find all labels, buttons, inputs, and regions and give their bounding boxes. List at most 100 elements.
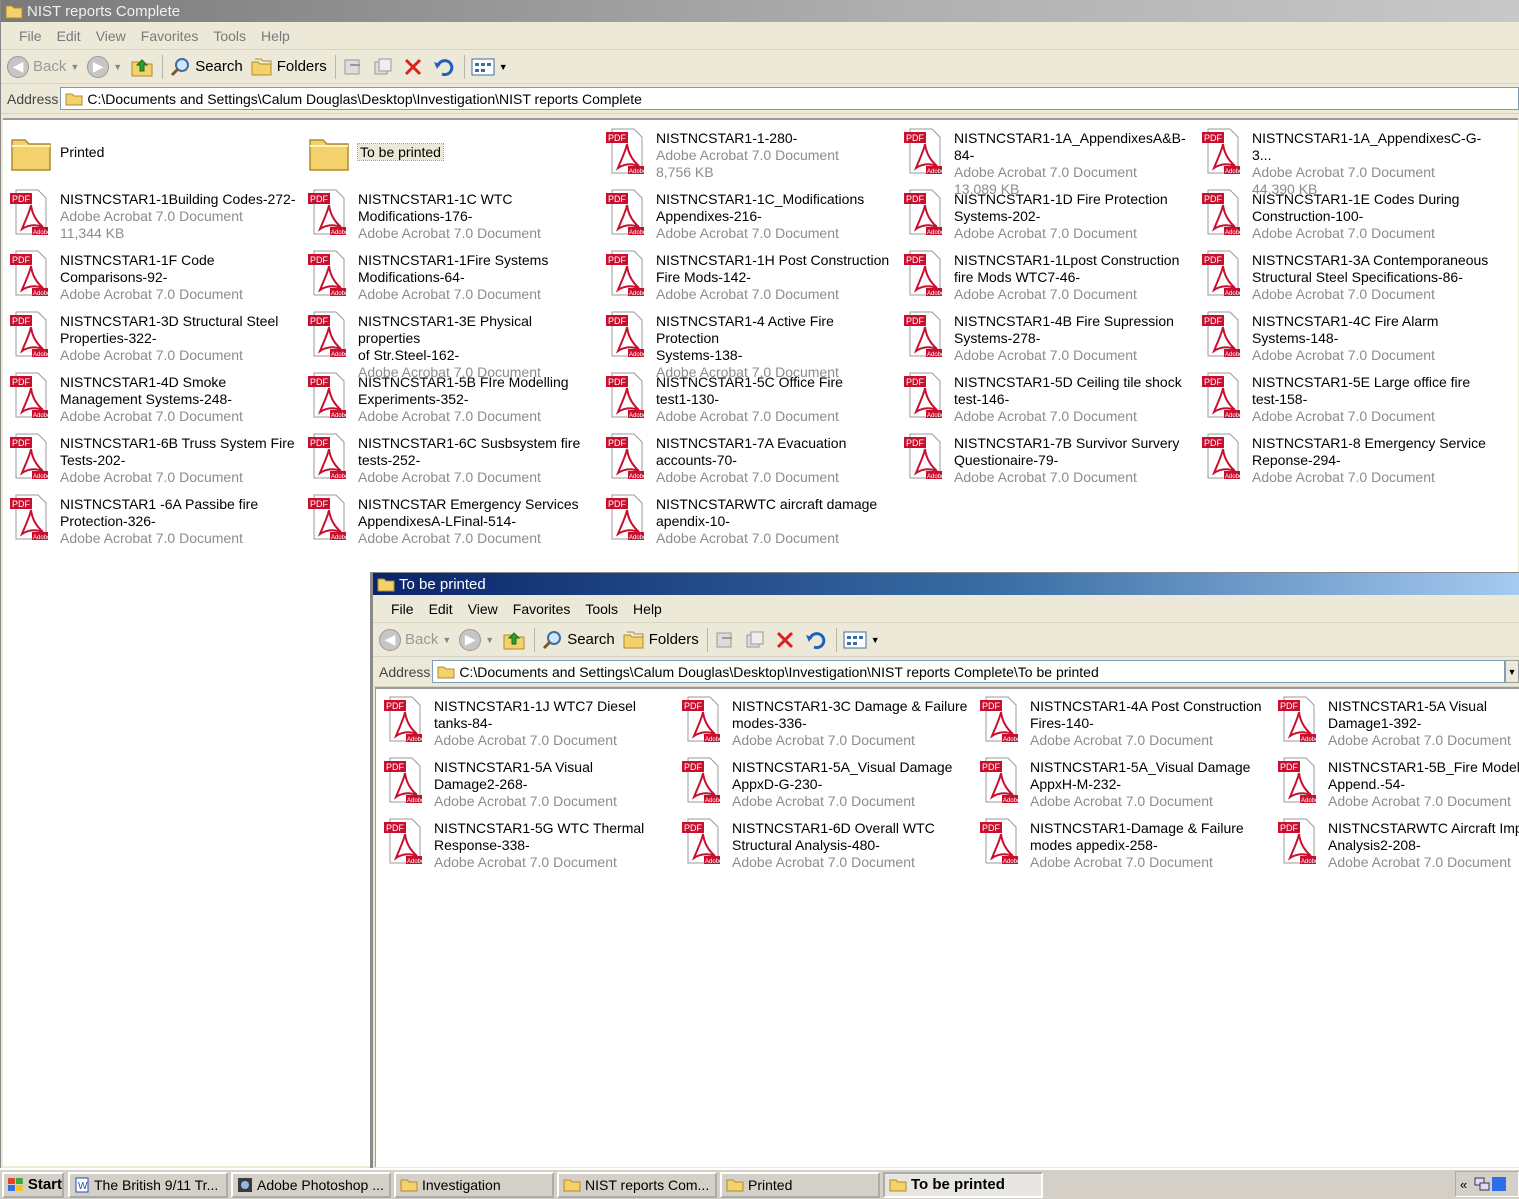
menu-view[interactable]: View — [96, 28, 126, 44]
move-to-button[interactable] — [342, 57, 364, 77]
pdf-file-item[interactable]: PDF Adobe NISTNCSTAR Emergency Services App… — [306, 492, 596, 548]
pdf-file-item[interactable]: PDF Adobe NISTNCSTAR1-3E Physical properti… — [306, 309, 596, 380]
title-bar[interactable]: NIST reports Complete — [1, 0, 1519, 22]
move-to-button[interactable] — [714, 630, 736, 650]
views-button[interactable]: ▼ — [471, 57, 508, 77]
views-button[interactable]: ▼ — [843, 630, 880, 650]
pdf-file-item[interactable]: PDF Adobe NISTNCSTAR1-1Building Codes-272-… — [8, 187, 298, 243]
folders-button[interactable]: Folders — [251, 57, 327, 77]
file-type: Adobe Acrobat 7.0 Document — [656, 469, 839, 485]
pdf-file-item[interactable]: PDF Adobe NISTNCSTAR1-1C WTC Modifications-… — [306, 187, 596, 243]
up-folder-button[interactable] — [502, 629, 526, 651]
address-field[interactable]: C:\Documents and Settings\Calum Douglas\… — [432, 660, 1505, 683]
pdf-file-item[interactable]: PDF Adobe NISTNCSTAR1-3D Structural Steel P… — [8, 309, 298, 365]
pdf-file-item[interactable]: PDF Adobe NISTNCSTAR1-5B_Fire ModellingApp… — [1276, 755, 1519, 811]
menu-file[interactable]: File — [391, 601, 414, 617]
undo-button[interactable] — [432, 56, 456, 78]
pdf-file-item[interactable]: PDF Adobe NISTNCSTAR1-7A Evacuation account… — [604, 431, 894, 487]
menu-edit[interactable]: Edit — [57, 28, 81, 44]
search-button[interactable]: Search — [169, 56, 243, 78]
folders-button[interactable]: Folders — [623, 630, 699, 650]
pdf-file-item[interactable]: PDF Adobe NISTNCSTAR1-5A Visual Damage1-392… — [1276, 694, 1519, 750]
pdf-file-item[interactable]: PDF Adobe NISTNCSTAR1-5E Large office fire… — [1200, 370, 1490, 426]
back-button[interactable]: ◀ Back ▼ — [379, 628, 451, 651]
taskbar-button-british-911[interactable]: W The British 9/11 Tr... — [68, 1171, 228, 1198]
window-title: To be printed — [399, 575, 486, 593]
pdf-file-item[interactable]: PDF Adobe NISTNCSTAR1-6C Susbsystem fire te… — [306, 431, 596, 487]
pdf-file-item[interactable]: PDF Adobe NISTNCSTARWTC aircraft damage ape… — [604, 492, 894, 548]
pdf-file-item[interactable]: PDF Adobe NISTNCSTAR1 -6A Passibe fire Prot… — [8, 492, 298, 548]
menu-tools[interactable]: Tools — [585, 601, 618, 617]
pdf-file-item[interactable]: PDF Adobe NISTNCSTAR1-1A_AppendixesA&B-84-… — [902, 126, 1192, 197]
taskbar-button-to-be-printed[interactable]: To be printed — [883, 1171, 1043, 1198]
pdf-file-item[interactable]: PDF Adobe NISTNCSTAR1-5A_Visual Damage Appx… — [680, 755, 970, 811]
pdf-file-item[interactable]: PDF Adobe NISTNCSTAR1-5G WTC Thermal Respon… — [382, 816, 672, 872]
pdf-file-item[interactable]: PDF Adobe NISTNCSTAR1-1Lpost Construction f… — [902, 248, 1192, 304]
pdf-brand-text: Adobe — [629, 291, 647, 297]
start-button[interactable]: Start — [2, 1171, 64, 1198]
pdf-file-item[interactable]: PDF Adobe NISTNCSTAR1-5C Office Fire test1-… — [604, 370, 894, 426]
pdf-file-icon: PDF Adobe — [10, 311, 51, 358]
menu-favorites[interactable]: Favorites — [141, 28, 199, 44]
pdf-file-item[interactable]: PDF Adobe NISTNCSTAR1-8 Emergency Service R… — [1200, 431, 1490, 487]
pdf-file-item[interactable]: PDF Adobe NISTNCSTAR1-5D Ceiling tile shoc… — [902, 370, 1192, 426]
pdf-file-item[interactable]: PDF Adobe NISTNCSTAR1-1E Codes During Const… — [1200, 187, 1490, 243]
pdf-file-item[interactable]: PDF Adobe NISTNCSTAR1-6B Truss System Fire… — [8, 431, 298, 487]
pdf-file-item[interactable]: PDF Adobe NISTNCSTAR1-4 Active Fire Protec… — [604, 309, 894, 380]
pdf-file-item[interactable]: PDF Adobe NISTNCSTAR1-1Fire Systems Modific… — [306, 248, 596, 304]
menu-tools[interactable]: Tools — [213, 28, 246, 44]
pdf-file-item[interactable]: PDF Adobe NISTNCSTAR1-6D Overall WTC Struct… — [680, 816, 970, 872]
taskbar-button-printed[interactable]: Printed — [720, 1171, 880, 1198]
up-folder-button[interactable] — [130, 56, 154, 78]
network-icon[interactable] — [1473, 1176, 1491, 1192]
pdf-file-item[interactable]: PDF Adobe NISTNCSTAR1-4D Smoke Management S… — [8, 370, 298, 426]
folder-item[interactable]: To be printed — [306, 126, 596, 182]
menu-favorites[interactable]: Favorites — [513, 601, 571, 617]
pdf-file-item[interactable]: PDF Adobe NISTNCSTAR1-3A Contemporaneous St… — [1200, 248, 1490, 304]
search-button[interactable]: Search — [541, 629, 615, 651]
pdf-file-item[interactable]: PDF Adobe NISTNCSTAR1-4B Fire Supression Sy… — [902, 309, 1192, 365]
pdf-file-item[interactable]: PDF Adobe NISTNCSTAR1-4C Fire Alarm Systems… — [1200, 309, 1490, 365]
forward-button[interactable]: ▶ ▼ — [459, 628, 494, 651]
tray-expand-button[interactable]: « — [1460, 1177, 1467, 1192]
pdf-file-item[interactable]: PDF Adobe NISTNCSTAR1-5A Visual Damage2-268… — [382, 755, 672, 811]
pdf-file-item[interactable]: PDF Adobe NISTNCSTAR1-Damage & Failure mode… — [978, 816, 1268, 872]
pdf-file-item[interactable]: PDF Adobe NISTNCSTARWTC Aircraft ImpactAna… — [1276, 816, 1519, 872]
back-button[interactable]: ◀ Back ▼ — [7, 55, 79, 78]
pdf-file-item[interactable]: PDF Adobe NISTNCSTAR1-1D Fire Protection Sy… — [902, 187, 1192, 243]
zone-alarm-icon[interactable] — [1491, 1176, 1507, 1192]
pdf-file-item[interactable]: PDF Adobe NISTNCSTAR1-3C Damage & Failure m… — [680, 694, 970, 750]
pdf-file-item[interactable]: PDF Adobe NISTNCSTAR1-5A_Visual Damage Appx… — [978, 755, 1268, 811]
file-type: Adobe Acrobat 7.0 Document — [954, 164, 1137, 180]
address-dropdown-button[interactable]: ▼ — [1505, 660, 1519, 683]
pdf-file-item[interactable]: PDF Adobe NISTNCSTAR1-7B Survivor Survery Q… — [902, 431, 1192, 487]
title-bar[interactable]: To be printed — [373, 573, 1519, 595]
file-type: Adobe Acrobat 7.0 Document — [1252, 286, 1435, 302]
taskbar-button-nist-reports[interactable]: NIST reports Com... — [557, 1171, 717, 1198]
pdf-file-item[interactable]: PDF Adobe NISTNCSTAR1-1-280- Adobe Acrobat … — [604, 126, 894, 182]
pdf-file-item[interactable]: PDF Adobe NISTNCSTAR1-1C_Modifications Appe… — [604, 187, 894, 243]
pdf-file-item[interactable]: PDF Adobe NISTNCSTAR1-4A Post Construction… — [978, 694, 1268, 750]
pdf-file-icon: PDF Adobe — [384, 757, 425, 804]
copy-to-button[interactable] — [372, 57, 394, 77]
undo-button[interactable] — [804, 629, 828, 651]
delete-button[interactable] — [774, 629, 796, 651]
menu-view[interactable]: View — [468, 601, 498, 617]
taskbar-button-investigation[interactable]: Investigation — [394, 1171, 554, 1198]
pdf-file-item[interactable]: PDF Adobe NISTNCSTAR1-1J WTC7 Diesel tanks-… — [382, 694, 672, 750]
folder-item[interactable]: Printed — [8, 126, 298, 182]
pdf-file-item[interactable]: PDF Adobe NISTNCSTAR1-1H Post Construction… — [604, 248, 894, 304]
forward-button[interactable]: ▶ ▼ — [87, 55, 122, 78]
taskbar-button-photoshop[interactable]: Adobe Photoshop ... — [231, 1171, 391, 1198]
delete-button[interactable] — [402, 56, 424, 78]
pdf-file-item[interactable]: PDF Adobe NISTNCSTAR1-1A_AppendixesC-G-3..… — [1200, 126, 1490, 197]
menu-file[interactable]: File — [19, 28, 42, 44]
menu-help[interactable]: Help — [261, 28, 290, 44]
pdf-file-item[interactable]: PDF Adobe NISTNCSTAR1-1F Code Comparisons-9… — [8, 248, 298, 304]
menu-help[interactable]: Help — [633, 601, 662, 617]
menu-edit[interactable]: Edit — [429, 601, 453, 617]
copy-to-button[interactable] — [744, 630, 766, 650]
pdf-file-item[interactable]: PDF Adobe NISTNCSTAR1-5B FIre Modelling Exp… — [306, 370, 596, 426]
address-field[interactable]: C:\Documents and Settings\Calum Douglas\… — [60, 87, 1519, 110]
file-list-pane[interactable]: PDF Adobe NISTNCSTAR1-1J WTC7 Diesel tanks-… — [375, 687, 1519, 1167]
